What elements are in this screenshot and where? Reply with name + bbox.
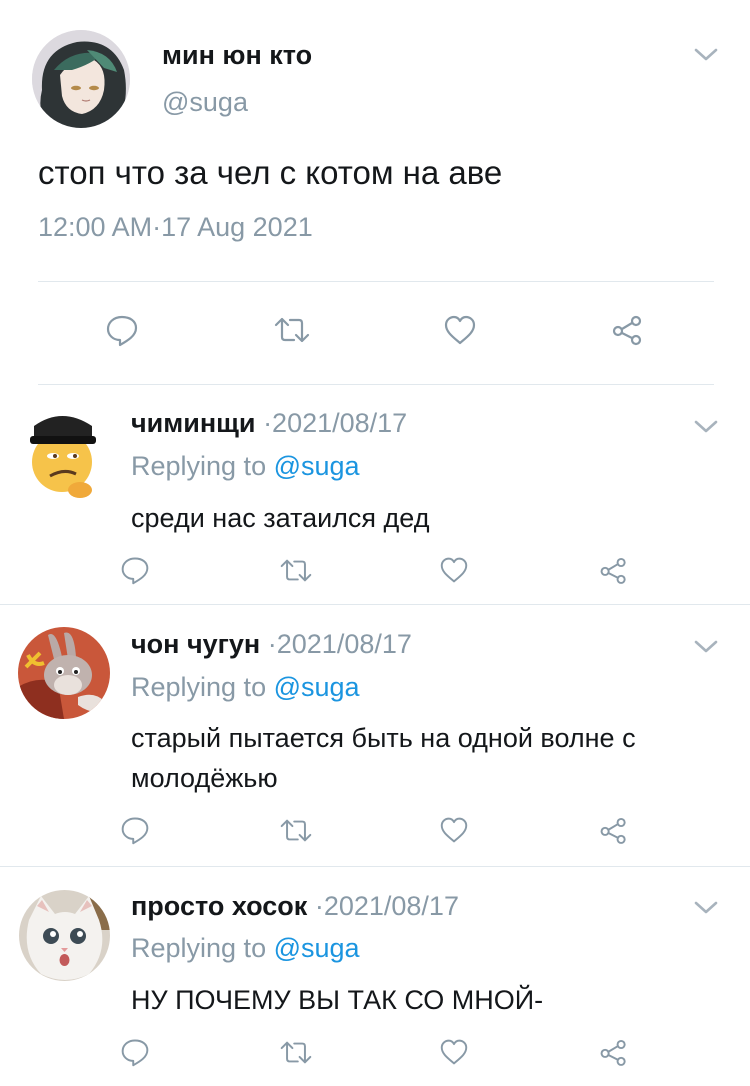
display-name[interactable]: мин юн кто	[162, 40, 312, 71]
like-icon[interactable]	[434, 1034, 474, 1070]
share-icon[interactable]	[594, 812, 634, 848]
chevron-down-icon[interactable]	[688, 632, 724, 662]
avatar[interactable]	[19, 890, 110, 981]
divider	[38, 281, 714, 282]
tweet-timestamp[interactable]: 12:00 AM·17 Aug 2021	[38, 212, 313, 243]
retweet-icon[interactable]	[276, 1034, 316, 1070]
reply-text: НУ ПОЧЕМУ ВЫ ТАК СО МНОЙ-	[131, 985, 544, 1015]
chevron-down-icon[interactable]	[688, 893, 724, 923]
reply-icon[interactable]	[115, 1034, 155, 1070]
reply-header: чон чугун ·2021/08/17	[131, 629, 412, 660]
display-name[interactable]: чон чугун	[131, 629, 260, 659]
tweet-text: стоп что за чел с котом на аве	[38, 154, 503, 191]
share-icon[interactable]	[594, 1034, 634, 1070]
divider	[38, 384, 714, 385]
chevron-down-icon[interactable]	[688, 412, 724, 442]
handle[interactable]: @suga	[162, 87, 248, 118]
reply-text-line-2: молодёжью	[131, 763, 278, 793]
replying-to-handle[interactable]: @suga	[274, 933, 360, 963]
reply-icon[interactable]	[115, 812, 155, 848]
replying-to-label: Replying to	[131, 451, 267, 481]
share-icon[interactable]	[606, 310, 650, 350]
divider	[0, 604, 750, 605]
like-icon[interactable]	[438, 310, 482, 350]
reply-date: ·2021/08/17	[314, 891, 459, 921]
reply-date: ·2021/08/17	[263, 408, 408, 438]
replying-to-handle[interactable]: @suga	[274, 672, 360, 702]
share-icon[interactable]	[594, 552, 634, 588]
reply-text-line-1: старый пытается быть на одной волне с	[131, 723, 636, 753]
retweet-icon[interactable]	[276, 552, 316, 588]
replying-to: Replying to @suga	[131, 451, 360, 482]
avatar[interactable]	[32, 30, 130, 128]
divider	[0, 866, 750, 867]
retweet-icon[interactable]	[270, 310, 314, 350]
like-icon[interactable]	[434, 812, 474, 848]
reply-header: просто хосок ·2021/08/17	[131, 891, 459, 922]
replying-to: Replying to @suga	[131, 933, 360, 964]
anime-character-avatar-image	[32, 30, 130, 128]
display-name[interactable]: просто хосок	[131, 891, 307, 921]
white-cat-avatar-image	[19, 890, 110, 981]
reply-icon[interactable]	[100, 310, 144, 350]
display-name[interactable]: чиминщи	[131, 408, 256, 438]
replying-to-handle[interactable]: @suga	[274, 451, 360, 481]
retweet-icon[interactable]	[276, 812, 316, 848]
avatar[interactable]	[26, 404, 102, 500]
chevron-down-icon[interactable]	[688, 40, 724, 70]
reply-header: чиминщи ·2021/08/17	[131, 408, 407, 439]
replying-to-label: Replying to	[131, 933, 267, 963]
avatar[interactable]	[18, 627, 110, 719]
like-icon[interactable]	[434, 552, 474, 588]
reply-text: среди нас затаился дед	[131, 503, 430, 533]
replying-to: Replying to @suga	[131, 672, 360, 703]
replying-to-label: Replying to	[131, 672, 267, 702]
emoji-face-with-cap-avatar-image	[30, 416, 96, 498]
reply-date: ·2021/08/17	[267, 629, 412, 659]
reply-icon[interactable]	[115, 552, 155, 588]
cartoon-bunny-avatar-image	[18, 627, 110, 719]
